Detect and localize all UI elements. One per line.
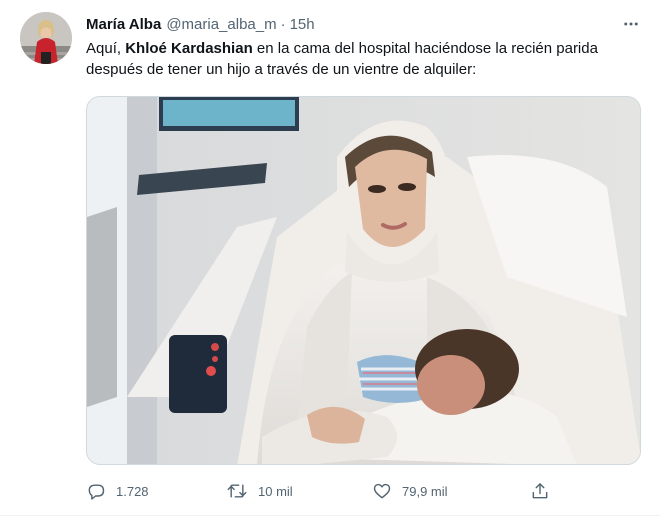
tweet-photo[interactable] xyxy=(86,96,641,465)
share-icon xyxy=(530,481,550,501)
retweet-count: 10 mil xyxy=(258,483,293,499)
mention-khloe-kardashian: Khloé Kardashian xyxy=(125,40,253,57)
like-count: 79,9 mil xyxy=(402,483,448,499)
tweet-text: Aquí, Khloé Kardashian en la cama del ho… xyxy=(86,38,646,80)
avatar[interactable] xyxy=(20,12,72,64)
heart-icon xyxy=(372,481,392,501)
tweet-header: María Alba @maria_alba_m · 15h xyxy=(86,13,315,35)
tweet-timestamp[interactable]: 15h xyxy=(290,16,315,33)
retweet-button[interactable]: 10 mil xyxy=(226,478,293,504)
tweet-actions: 1.728 10 mil 79,9 mil xyxy=(80,478,560,504)
tweet[interactable]: María Alba @maria_alba_m · 15h Aquí, Khl… xyxy=(0,0,660,516)
share-button[interactable] xyxy=(530,478,550,504)
reply-button[interactable]: 1.728 xyxy=(86,478,149,504)
retweet-icon xyxy=(226,481,248,501)
reply-icon xyxy=(86,481,106,501)
reply-count: 1.728 xyxy=(116,483,149,499)
tweet-text-start: Aquí, xyxy=(86,40,126,57)
separator-dot: · xyxy=(280,15,286,33)
hospital-photo xyxy=(87,97,640,464)
author-handle[interactable]: @maria_alba_m xyxy=(166,16,276,33)
author-display-name[interactable]: María Alba xyxy=(86,16,161,33)
more-icon[interactable] xyxy=(620,13,642,35)
like-button[interactable]: 79,9 mil xyxy=(372,478,448,504)
